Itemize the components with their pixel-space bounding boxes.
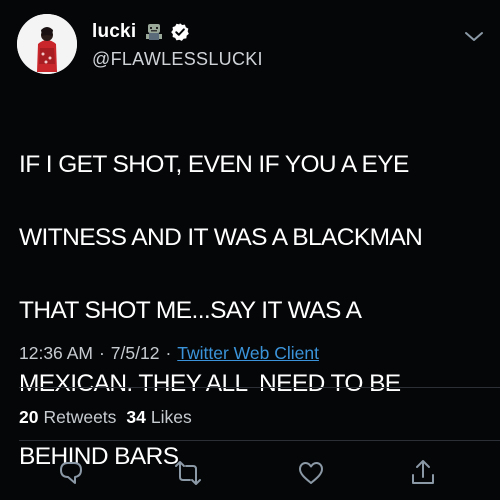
tweet-date[interactable]: 7/5/12 [111, 343, 160, 364]
name-row: lucki [92, 20, 190, 44]
reply-icon[interactable] [56, 458, 86, 488]
tweet-card: lucki @FLAWLESSLUCKI IF I GET SHOT, EVEN… [0, 0, 500, 500]
avatar-image [17, 14, 77, 74]
zombie-emoji-icon [146, 24, 163, 40]
user-handle[interactable]: @FLAWLESSLUCKI [92, 49, 263, 70]
verified-badge-icon [171, 23, 190, 41]
tweet-stats: 20 Retweets 34 Likes [19, 407, 192, 428]
likes-stat[interactable]: 34 Likes [126, 407, 191, 428]
chevron-down-icon[interactable] [463, 30, 485, 44]
meta-separator: · [165, 343, 172, 363]
likes-count: 34 [126, 407, 146, 427]
share-icon[interactable] [408, 458, 438, 488]
like-icon[interactable] [296, 458, 326, 488]
retweets-label: Retweets [43, 407, 117, 427]
meta-separator: · [98, 343, 105, 363]
tweet-text: IF I GET SHOT, EVEN IF YOU A EYE WITNESS… [19, 110, 489, 500]
likes-label: Likes [150, 407, 192, 427]
tweet-time[interactable]: 12:36 AM [19, 343, 93, 364]
avatar[interactable] [17, 14, 77, 74]
divider [19, 387, 500, 388]
retweets-count: 20 [19, 407, 39, 427]
retweets-stat[interactable]: 20 Retweets [19, 407, 116, 428]
tweet-actions [0, 458, 500, 488]
tweet-text-line: MEXICAN. THEY ALL NEED TO BE [19, 369, 401, 397]
tweet-text-line: THAT SHOT ME...SAY IT WAS A [19, 296, 362, 324]
tweet-meta: 12:36 AM · 7/5/12 · Twitter Web Client [19, 343, 319, 364]
retweet-icon[interactable] [173, 458, 203, 488]
tweet-text-line: WITNESS AND IT WAS A BLACKMAN [19, 223, 423, 251]
tweet-text-line: IF I GET SHOT, EVEN IF YOU A EYE [19, 150, 409, 178]
display-name[interactable]: lucki [92, 21, 136, 43]
tweet-source-link[interactable]: Twitter Web Client [177, 343, 319, 364]
divider [19, 440, 500, 441]
